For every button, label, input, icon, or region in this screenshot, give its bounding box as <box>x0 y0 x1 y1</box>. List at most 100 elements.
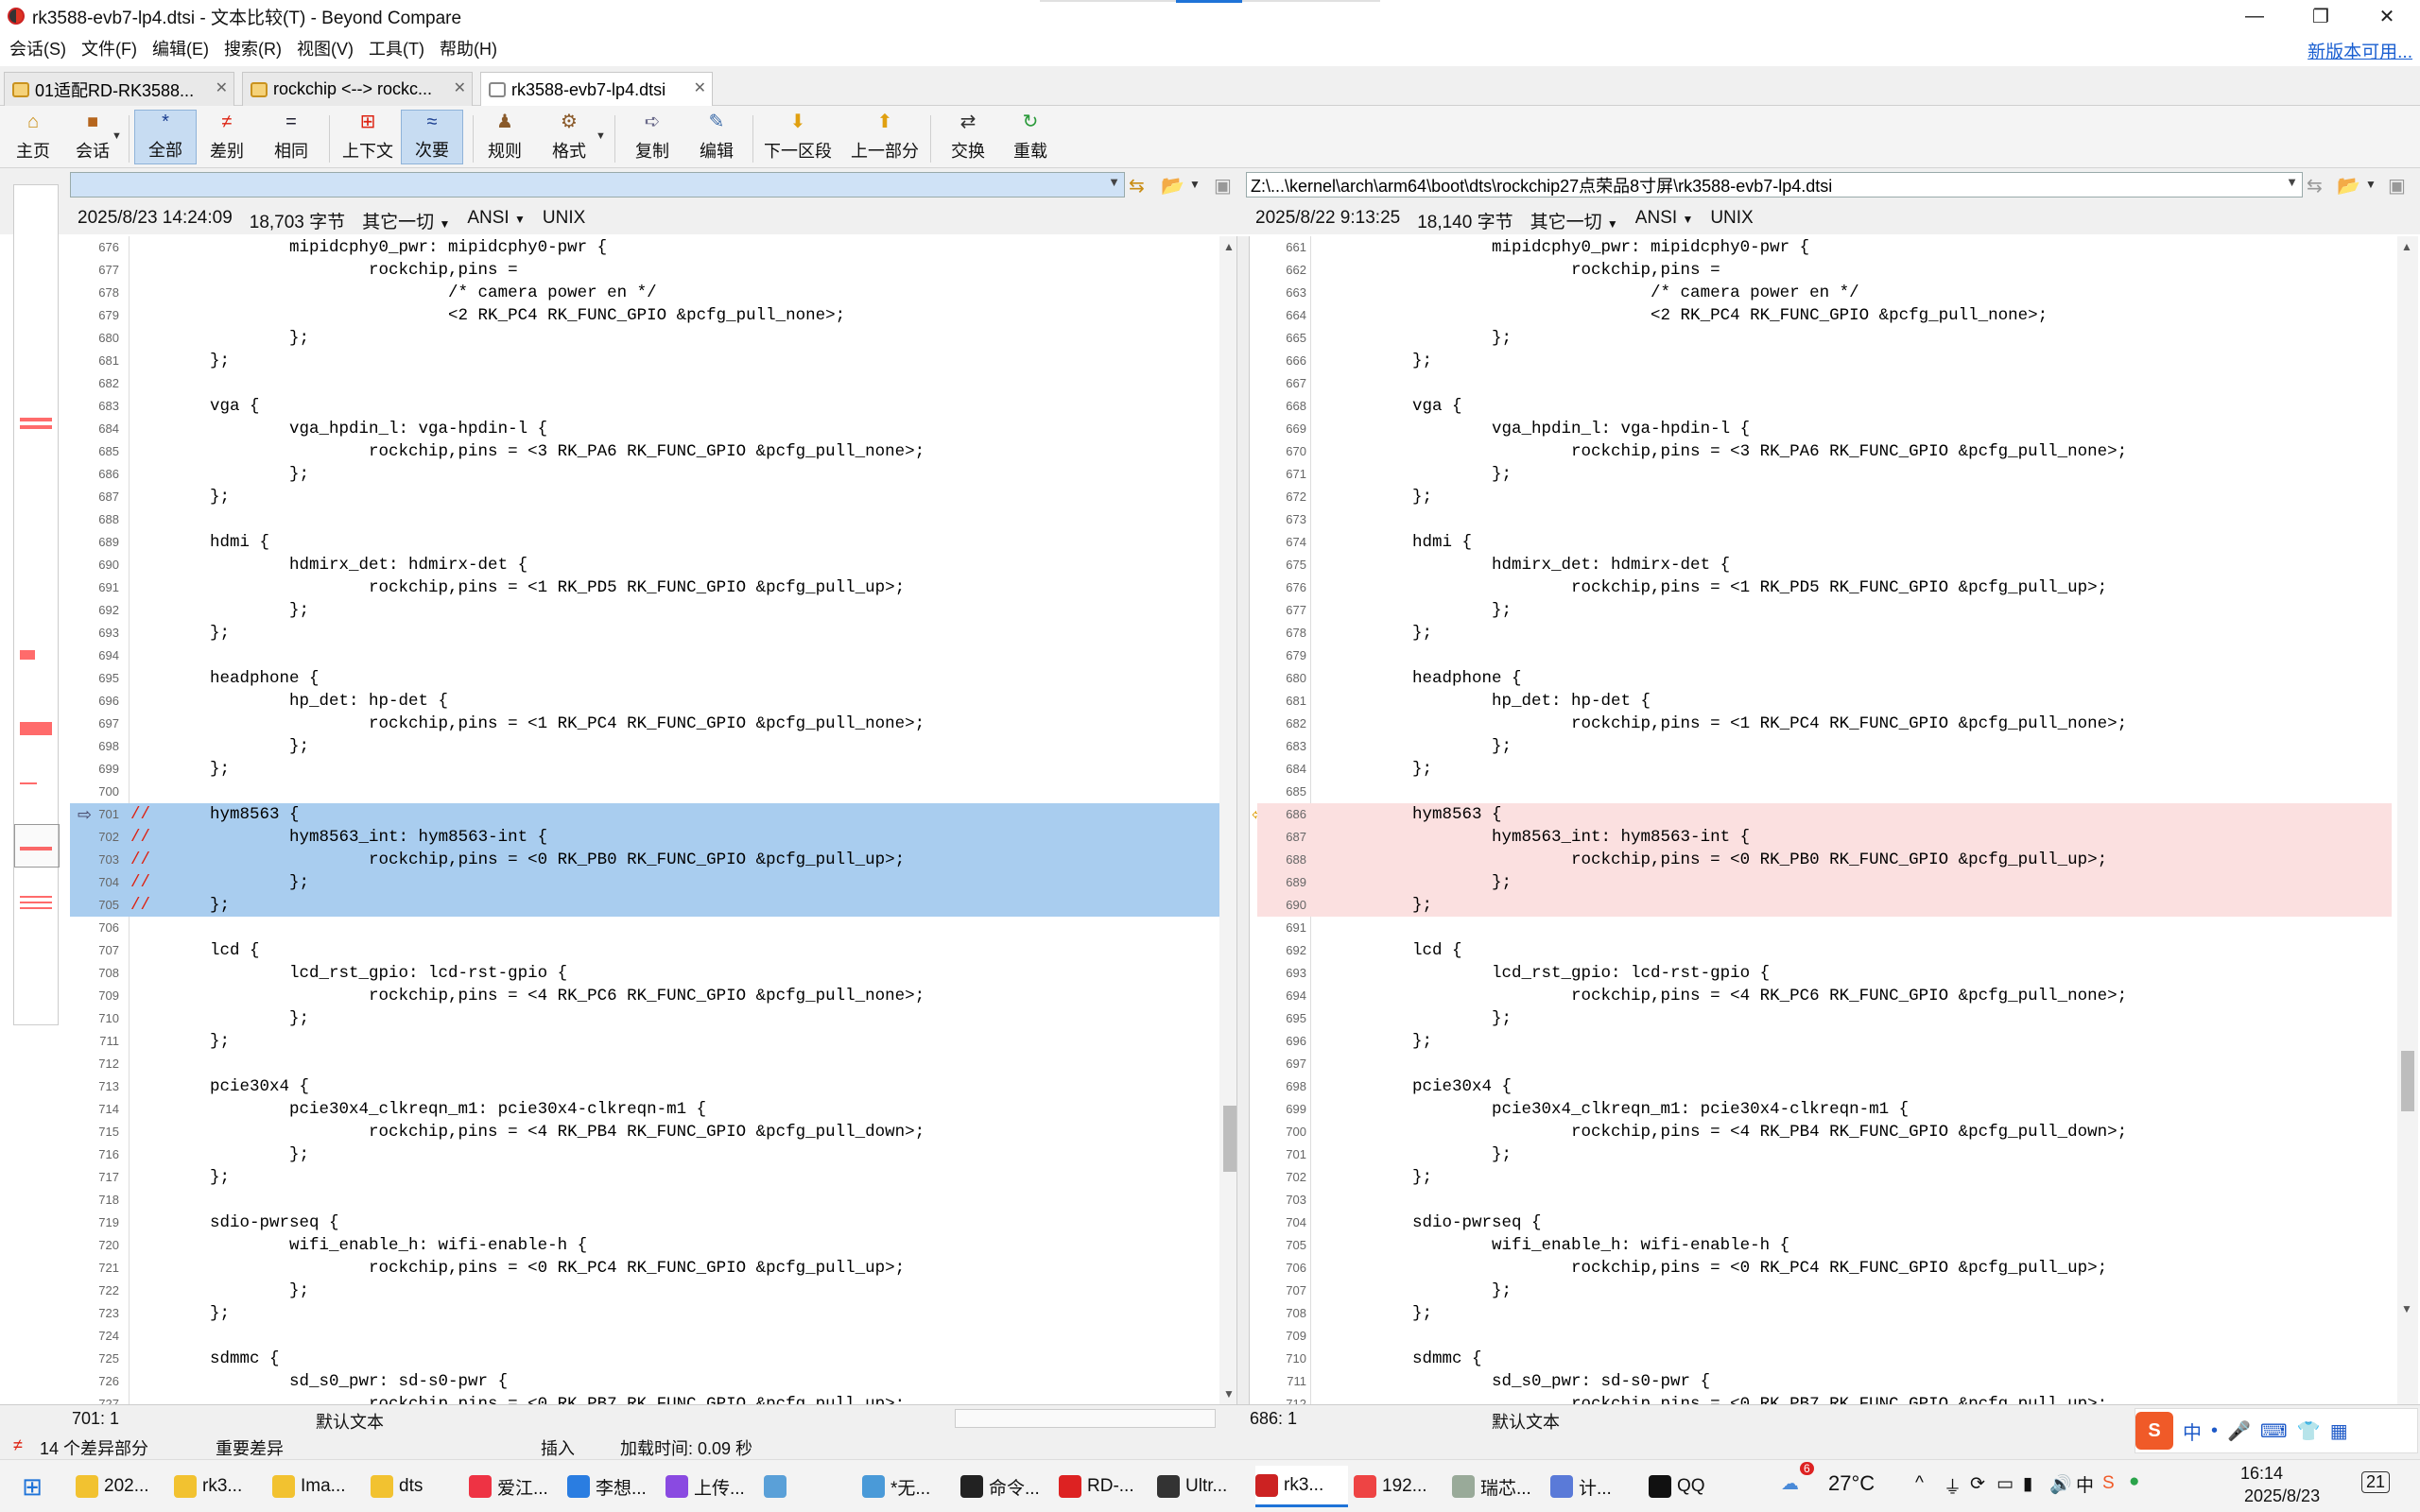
taskbar-app[interactable]: 瑞芯... <box>1452 1466 1545 1507</box>
code-line[interactable]: 692 }; <box>70 599 1221 622</box>
diff-line[interactable]: 702 // hym8563_int: hym8563-int { <box>70 826 1221 849</box>
code-line[interactable]: 708 lcd_rst_gpio: lcd-rst-gpio { <box>70 962 1221 985</box>
code-line[interactable]: 711 sd_s0_pwr: sd-s0-pwr { <box>1257 1370 2392 1393</box>
code-line[interactable]: 695 }; <box>1257 1007 2392 1030</box>
taskbar-app[interactable]: 爱江... <box>469 1466 562 1507</box>
code-line[interactable]: 672 }; <box>1257 486 2392 508</box>
code-line[interactable]: 712 rockchip,pins = <0 RK_PB7 RK_FUNC_GP… <box>1257 1393 2392 1404</box>
code-line[interactable]: 715 rockchip,pins = <4 RK_PB4 RK_FUNC_GP… <box>70 1121 1221 1143</box>
diff-line[interactable]: 689 }; <box>1257 871 2392 894</box>
close-button[interactable]: ✕ <box>2354 0 2420 32</box>
punctuation-icon[interactable]: • <box>2211 1420 2218 1442</box>
right-vertical-scrollbar[interactable]: ▲ ▼ <box>2397 236 2418 1404</box>
left-open-folder-icon[interactable]: 📂 <box>1161 174 1184 198</box>
code-line[interactable]: 704 sdio-pwrseq { <box>1257 1211 2392 1234</box>
left-open-dropdown-icon[interactable]: ▼ <box>1189 178 1201 191</box>
right-open-folder-icon[interactable]: 📂 <box>2337 174 2360 198</box>
scroll-up-icon[interactable]: ▲ <box>1223 240 1235 253</box>
sync-icon[interactable]: ⟳ <box>1970 1473 1985 1495</box>
code-line[interactable]: 690 hdmirx_det: hdmirx-det { <box>70 554 1221 576</box>
code-line[interactable]: 725 sdmmc { <box>70 1348 1221 1370</box>
right-history-icon[interactable]: ⇆ <box>2307 174 2323 198</box>
prev-part-button[interactable]: ⬆ 上一部分 <box>849 110 921 164</box>
code-line[interactable]: 710 sdmmc { <box>1257 1348 2392 1370</box>
code-line[interactable]: 684 }; <box>1257 758 2392 781</box>
code-line[interactable]: 696 }; <box>1257 1030 2392 1053</box>
code-line[interactable]: 684 vga_hpdin_l: vga-hpdin-l { <box>70 418 1221 440</box>
code-line[interactable]: 666 }; <box>1257 350 2392 372</box>
tab-current-file[interactable]: rk3588-evb7-lp4.dtsi ✕ <box>480 72 713 107</box>
diff-line[interactable]: 703 // rockchip,pins = <0 RK_PB0 RK_FUNC_… <box>70 849 1221 871</box>
code-line[interactable]: 723 }; <box>70 1302 1221 1325</box>
right-text-pane[interactable]: 661 mipidcphy0_pwr: mipidcphy0-pwr {662 … <box>1257 236 2392 1404</box>
taskbar-app[interactable]: 202... <box>76 1466 168 1507</box>
reload-button[interactable]: ↻ 重载 <box>1006 110 1055 164</box>
code-line[interactable]: 677 rockchip,pins = <box>70 259 1221 282</box>
code-line[interactable]: 678 /* camera power en */ <box>70 282 1221 304</box>
tab-close-icon[interactable]: ✕ <box>694 78 706 97</box>
next-section-button[interactable]: ⬇ 下一区段 <box>762 110 834 164</box>
diff-line[interactable]: 687 hym8563_int: hym8563-int { <box>1257 826 2392 849</box>
code-line[interactable]: 664 <2 RK_PC4 RK_FUNC_GPIO &pcfg_pull_no… <box>1257 304 2392 327</box>
overview-viewport[interactable] <box>14 824 60 868</box>
sogou-tray-icon[interactable]: S <box>2102 1473 2115 1494</box>
code-line[interactable]: 679 <box>1257 644 2392 667</box>
menu-edit[interactable]: 编辑(E) <box>147 36 215 60</box>
diff-line[interactable]: 701// hym8563 { <box>70 803 1221 826</box>
code-line[interactable]: 711 }; <box>70 1030 1221 1053</box>
ime-language[interactable]: 中 <box>2183 1418 2202 1445</box>
keyboard-icon[interactable]: ⌨ <box>2260 1419 2288 1443</box>
code-line[interactable]: 676 rockchip,pins = <1 RK_PD5 RK_FUNC_GP… <box>1257 576 2392 599</box>
code-line[interactable]: 691 rockchip,pins = <1 RK_PD5 RK_FUNC_GP… <box>70 576 1221 599</box>
code-line[interactable]: 707 lcd { <box>70 939 1221 962</box>
code-line[interactable]: 695 headphone { <box>70 667 1221 690</box>
code-line[interactable]: 679 <2 RK_PC4 RK_FUNC_GPIO &pcfg_pull_no… <box>70 304 1221 327</box>
code-line[interactable]: 667 <box>1257 372 2392 395</box>
left-path-input[interactable]: ▼ <box>70 172 1125 198</box>
menu-view[interactable]: 视图(V) <box>291 36 359 60</box>
menu-tools[interactable]: 工具(T) <box>363 36 430 60</box>
format-dropdown-icon[interactable]: ▼ <box>596 130 606 142</box>
taskbar-app[interactable]: 计... <box>1550 1466 1643 1507</box>
start-button[interactable]: ⊞ <box>11 1466 53 1507</box>
code-line[interactable]: 719 sdio-pwrseq { <box>70 1211 1221 1234</box>
menu-file[interactable]: 文件(F) <box>76 36 143 60</box>
skin-icon[interactable]: 👕 <box>2297 1419 2321 1443</box>
tab-close-icon[interactable]: ✕ <box>454 78 466 97</box>
diff-line[interactable]: 704 // }; <box>70 871 1221 894</box>
code-line[interactable]: 698 }; <box>70 735 1221 758</box>
code-line[interactable]: 693 }; <box>70 622 1221 644</box>
code-line[interactable]: 701 }; <box>1257 1143 2392 1166</box>
show-diffs-button[interactable]: ≠ 差别 <box>202 110 251 164</box>
code-line[interactable]: 682 rockchip,pins = <1 RK_PC4 RK_FUNC_GP… <box>1257 713 2392 735</box>
copy-button[interactable]: ➪ 复制 <box>628 110 677 164</box>
code-line[interactable]: 694 rockchip,pins = <4 RK_PC6 RK_FUNC_GP… <box>1257 985 2392 1007</box>
tab-session-1[interactable]: 01适配RD-RK3588... ✕ <box>4 72 234 106</box>
scroll-down-icon[interactable]: ▼ <box>1223 1387 1235 1400</box>
code-line[interactable]: 663 /* camera power en */ <box>1257 282 2392 304</box>
code-line[interactable]: 709 rockchip,pins = <4 RK_PC6 RK_FUNC_GP… <box>70 985 1221 1007</box>
code-line[interactable]: 681 }; <box>70 350 1221 372</box>
code-line[interactable]: 716 }; <box>70 1143 1221 1166</box>
diff-line[interactable]: 690 }; <box>1257 894 2392 917</box>
new-version-link[interactable]: 新版本可用... <box>2308 38 2412 63</box>
code-line[interactable]: 710 }; <box>70 1007 1221 1030</box>
code-line[interactable]: 714 pcie30x4_clkreqn_m1: pcie30x4-clkreq… <box>70 1098 1221 1121</box>
code-line[interactable]: 691 <box>1257 917 2392 939</box>
code-line[interactable]: 693 lcd_rst_gpio: lcd-rst-gpio { <box>1257 962 2392 985</box>
code-line[interactable]: 662 rockchip,pins = <box>1257 259 2392 282</box>
left-path-dropdown-icon[interactable]: ▼ <box>1108 175 1120 189</box>
code-line[interactable]: 712 <box>70 1053 1221 1075</box>
display-icon[interactable]: ▭ <box>1996 1473 2014 1495</box>
taskbar-app[interactable]: dts <box>371 1466 463 1507</box>
right-save-icon[interactable]: ▣ <box>2388 174 2406 198</box>
left-horizontal-scrollbar[interactable] <box>955 1409 1216 1428</box>
weather-icon[interactable]: ☁ <box>1781 1473 1799 1495</box>
code-line[interactable]: 706 <box>70 917 1221 939</box>
code-line[interactable]: 685 <box>1257 781 2392 803</box>
code-line[interactable]: 683 vga { <box>70 395 1221 418</box>
ime-toolbar[interactable]: S 中 • 🎤 ⌨ 👕 ▦ <box>2135 1408 2418 1453</box>
taskbar-app[interactable]: rk3... <box>1255 1466 1348 1507</box>
taskbar-app[interactable]: QQ <box>1649 1466 1741 1507</box>
tab-session-2[interactable]: rockchip <--> rockc... ✕ <box>242 72 473 106</box>
